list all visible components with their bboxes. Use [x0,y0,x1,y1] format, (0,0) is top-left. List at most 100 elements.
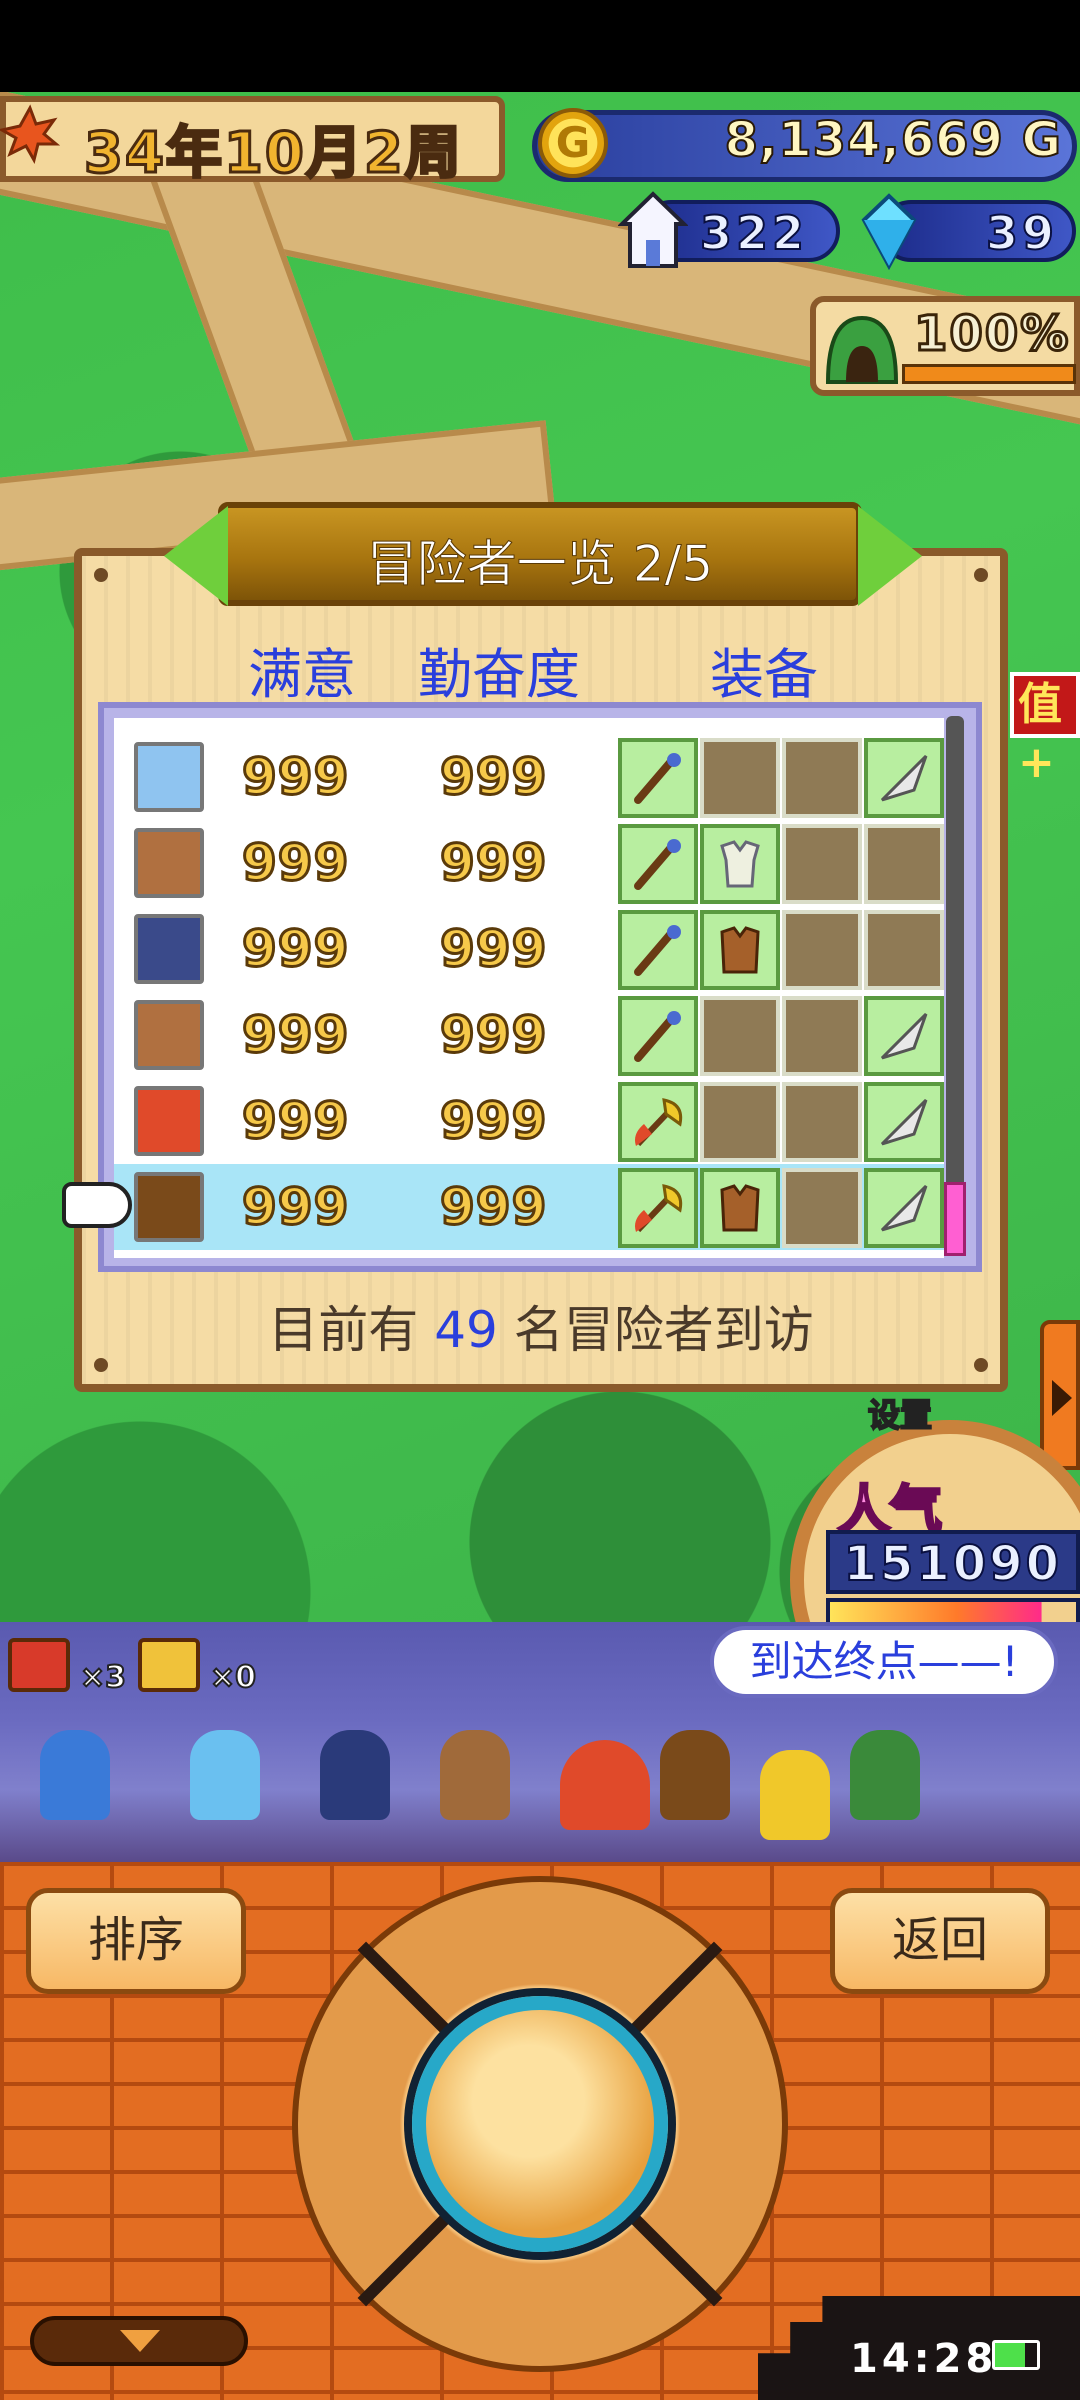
empty-equipment-slot[interactable] [782,910,862,990]
satisfaction-value: 999 [240,1177,350,1238]
house-icon [618,191,688,268]
column-header-satisfaction[interactable]: 满意 [248,630,356,709]
equipment-slot[interactable] [700,910,780,990]
satisfaction-value: 999 [240,919,350,980]
equipment-slot[interactable] [618,824,698,904]
adventurer-row[interactable]: 999 999 [114,906,944,992]
gold-chest-count: ×0 [209,1659,257,1696]
satisfaction-value: 999 [240,833,350,894]
speech-bubble: 到达终点——! [710,1626,1058,1698]
panel-title: 冒险者一览 2/5 [366,535,714,594]
adventurer-portrait [134,1000,204,1070]
mushroom-sprite [560,1740,650,1830]
population-count: 322 [699,205,809,261]
rivet [974,568,988,582]
adventurer-row[interactable]: 999 999 [114,992,944,1078]
empty-equipment-slot[interactable] [700,1082,780,1162]
adventurer-row[interactable]: 999 999 [114,1164,944,1250]
back-button[interactable]: 返回 [830,1888,1050,1994]
facility-percent: 100% [912,305,1071,364]
adventurer-row[interactable]: 999 999 [114,1078,944,1164]
adventurer-sprite [320,1730,390,1820]
facility-progress-bar [902,364,1076,384]
maple-leaf-icon [0,104,60,164]
empty-equipment-slot[interactable] [700,996,780,1076]
empty-equipment-slot[interactable] [864,824,944,904]
equipment-slot[interactable] [618,1082,698,1162]
red-chest-count: ×3 [79,1659,127,1696]
satisfaction-value: 999 [240,747,350,808]
adventurer-row[interactable]: 999 999 [114,734,944,820]
diligence-value: 999 [438,1177,548,1238]
clock-time: 14:28 [850,2336,998,2382]
cave-icon [825,315,899,384]
dpad-center-button[interactable] [412,1996,668,2252]
column-header-equipment[interactable]: 装备 [710,630,818,709]
empty-equipment-slot[interactable] [782,1168,862,1248]
equipment-slot[interactable] [864,738,944,818]
next-page-arrow[interactable] [858,506,922,606]
prev-page-arrow[interactable] [164,506,228,606]
equipment-slot[interactable] [864,996,944,1076]
adventurer-sprite [440,1730,510,1820]
adventurer-sprite [40,1730,110,1820]
rivet [94,568,108,582]
empty-equipment-slot[interactable] [782,824,862,904]
panel-title-banner: 冒险者一览 2/5 [218,502,862,606]
diligence-value: 999 [438,919,548,980]
empty-equipment-slot[interactable] [700,738,780,818]
rivet [94,1358,108,1372]
diligence-value: 999 [438,1005,548,1066]
diligence-value: 999 [438,1091,548,1152]
column-header-diligence[interactable]: 勤奋度 [418,630,580,709]
equipment-slot[interactable] [618,910,698,990]
empty-equipment-slot[interactable] [782,996,862,1076]
empty-equipment-slot[interactable] [782,1082,862,1162]
visitor-count-text: 目前有 49 名冒险者到访 [74,1290,1008,1360]
rivet [974,1358,988,1372]
equipment-slot[interactable] [864,1082,944,1162]
adventurer-list: 999 999 999 999 999 999 999 999 999 999 999 999 [98,702,982,1272]
equipment-slot[interactable] [700,824,780,904]
value-plus-badge[interactable]: 值+ [1010,672,1080,788]
adventurer-portrait [134,1172,204,1242]
gold-treasure-chest-icon [138,1638,200,1692]
satisfaction-value: 999 [240,1091,350,1152]
settings-label[interactable]: 设置 [867,1390,933,1436]
gold-amount: 8,134,669 G [724,111,1062,169]
equipment-slot[interactable] [618,1168,698,1248]
scrollbar-thumb[interactable] [944,1182,966,1256]
equipment-slot[interactable] [618,738,698,818]
gem-count: 39 [985,205,1058,261]
sort-button[interactable]: 排序 [26,1888,246,1994]
collapse-button[interactable] [30,2316,248,2366]
footer-suffix: 名冒险者到访 [513,1301,814,1359]
battery-icon [992,2340,1040,2370]
crystal-icon [861,193,917,270]
adventurer-row[interactable]: 999 999 [114,820,944,906]
adventurer-portrait [134,914,204,984]
chevron-down-icon [120,2330,160,2352]
adventurer-rows: 999 999 999 999 999 999 999 999 999 999 999 999 [114,718,944,1258]
facility-progress-box[interactable]: 100% [810,296,1080,396]
adventurer-portrait [134,742,204,812]
calendar-display: 34年10月2周 [0,96,505,188]
diligence-value: 999 [438,833,548,894]
adventurer-sprite [850,1730,920,1820]
empty-equipment-slot[interactable] [864,910,944,990]
side-menu-tab[interactable] [1040,1320,1080,1470]
footer-prefix: 目前有 [268,1301,419,1359]
empty-equipment-slot[interactable] [782,738,862,818]
diligence-value: 999 [438,747,548,808]
gem-display: 39 [861,193,1076,270]
list-scrollbar[interactable] [946,716,964,1256]
adventurer-sprite [190,1730,260,1820]
equipment-slot[interactable] [618,996,698,1076]
date-label: 34年10月2周 [83,120,463,188]
red-treasure-chest-icon [8,1638,70,1692]
gold-coin-icon: G [538,108,608,178]
equipment-slot[interactable] [700,1168,780,1248]
visitor-count: 49 [434,1301,498,1359]
adventurer-portrait [134,828,204,898]
equipment-slot[interactable] [864,1168,944,1248]
